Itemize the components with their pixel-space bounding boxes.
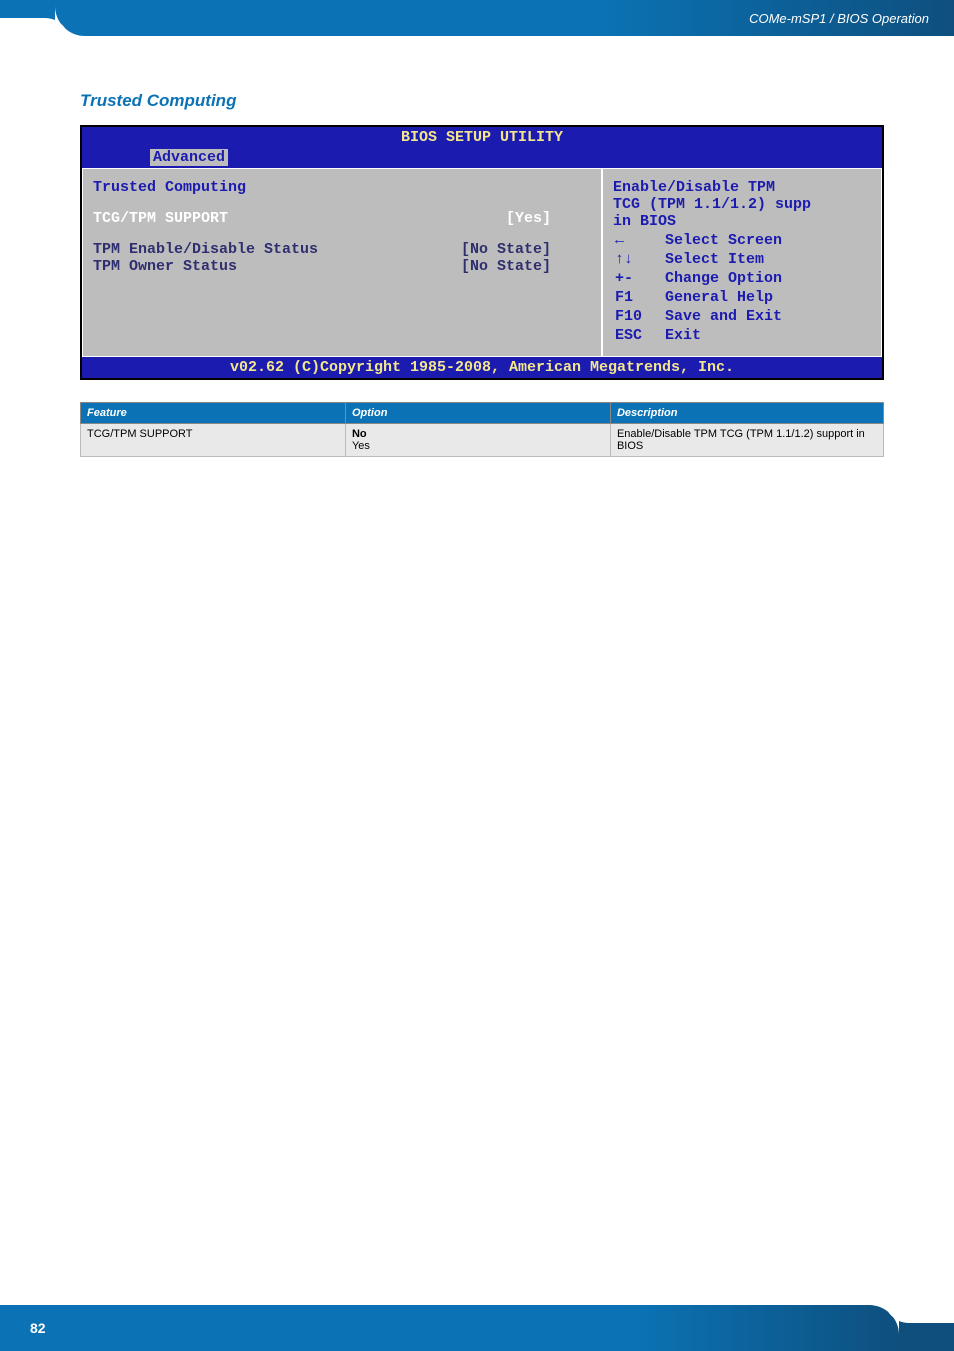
td-description: Enable/Disable TPM TCG (TPM 1.1/1.2) sup… xyxy=(610,424,883,457)
bios-key-label: Exit xyxy=(665,327,869,344)
bios-app-title: BIOS SETUP UTILITY xyxy=(82,127,882,148)
td-feature: TCG/TPM SUPPORT xyxy=(81,424,346,457)
th-feature: Feature xyxy=(81,403,346,424)
bios-item-label: TPM Enable/Disable Status xyxy=(93,241,318,258)
bios-right-pane: Enable/Disable TPM TCG (TPM 1.1/1.2) sup… xyxy=(602,168,882,357)
option-value: No xyxy=(352,428,367,440)
bios-key-label: General Help xyxy=(665,289,869,306)
bios-pane-heading: Trusted Computing xyxy=(93,179,591,196)
bios-item-label: TPM Owner Status xyxy=(93,258,237,275)
bios-key: ESC xyxy=(615,327,663,344)
page-number: 82 xyxy=(30,1320,46,1336)
page: COMe-mSP1 / BIOS Operation Trusted Compu… xyxy=(0,0,954,1351)
bios-key-label: Select Item xyxy=(665,251,869,268)
bios-key: ↑↓ xyxy=(615,251,663,268)
bios-key: ← xyxy=(615,232,663,249)
bios-key-label: Save and Exit xyxy=(665,308,869,325)
bios-item-label: TCG/TPM SUPPORT xyxy=(93,210,228,227)
breadcrumb: COMe-mSP1 / BIOS Operation xyxy=(749,11,929,26)
footer: 82 xyxy=(0,1305,954,1351)
bios-key-row: F10Save and Exit xyxy=(615,308,869,325)
table-row: TCG/TPM SUPPORT No Yes Enable/Disable TP… xyxy=(81,424,884,457)
bios-item-value: [No State] xyxy=(461,258,551,275)
options-table: Feature Option Description TCG/TPM SUPPO… xyxy=(80,402,884,457)
bios-tab-bar: Advanced xyxy=(82,148,882,168)
bios-key: F1 xyxy=(615,289,663,306)
bios-key: F10 xyxy=(615,308,663,325)
bios-tab-advanced[interactable]: Advanced xyxy=(150,149,228,166)
footer-band: 82 xyxy=(0,1305,899,1351)
bios-item-tpm-owner-status: TPM Owner Status [No State] xyxy=(93,258,591,275)
bios-key-label: Select Screen xyxy=(665,232,869,249)
th-description: Description xyxy=(610,403,883,424)
bios-key-help: ←Select Screen ↑↓Select Item +-Change Op… xyxy=(613,230,871,346)
bios-key-row: ←Select Screen xyxy=(615,232,869,249)
bios-item-value: [Yes] xyxy=(506,210,551,227)
bios-key-row: +-Change Option xyxy=(615,270,869,287)
bios-item-value: [No State] xyxy=(461,241,551,258)
bios-footer-copyright: v02.62 (C)Copyright 1985-2008, American … xyxy=(82,357,882,378)
bios-key-row: ESCExit xyxy=(615,327,869,344)
table-header-row: Feature Option Description xyxy=(81,403,884,424)
header-corner-mask xyxy=(0,18,70,43)
bios-item-tpm-enable-status: TPM Enable/Disable Status [No State] xyxy=(93,241,591,258)
content: Trusted Computing BIOS SETUP UTILITY Adv… xyxy=(0,36,954,457)
bios-help-text: Enable/Disable TPM TCG (TPM 1.1/1.2) sup… xyxy=(613,179,871,230)
section-title: Trusted Computing xyxy=(80,91,884,111)
bios-left-pane: Trusted Computing TCG/TPM SUPPORT [Yes] … xyxy=(82,168,602,357)
bios-item-tcg-tpm-support[interactable]: TCG/TPM SUPPORT [Yes] xyxy=(93,210,591,227)
bios-key-row: ↑↓Select Item xyxy=(615,251,869,268)
option-value: Yes xyxy=(352,440,370,452)
td-option: No Yes xyxy=(345,424,610,457)
header-band: COMe-mSP1 / BIOS Operation xyxy=(55,0,954,36)
th-option: Option xyxy=(345,403,610,424)
bios-key-label: Change Option xyxy=(665,270,869,287)
bios-key-row: F1General Help xyxy=(615,289,869,306)
bios-key: +- xyxy=(615,270,663,287)
bios-screenshot: BIOS SETUP UTILITY Advanced Trusted Comp… xyxy=(80,125,884,380)
bios-body: Trusted Computing TCG/TPM SUPPORT [Yes] … xyxy=(82,168,882,357)
